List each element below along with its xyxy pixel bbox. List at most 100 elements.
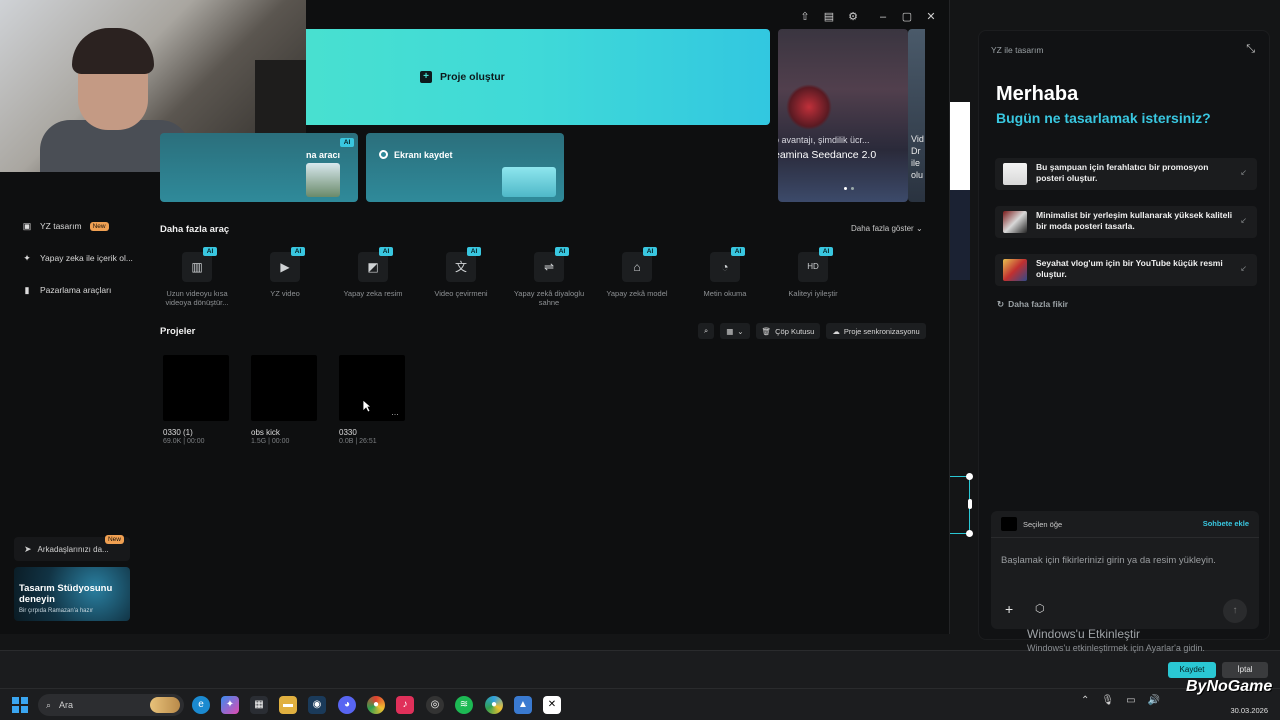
add-to-chat-button[interactable]: Sohbete ekle: [1203, 519, 1249, 528]
cube-icon[interactable]: ⬡: [1035, 602, 1045, 615]
feedback-icon[interactable]: ▤: [822, 10, 836, 24]
capcut-icon[interactable]: ✕: [543, 696, 561, 714]
settings-icon[interactable]: ⚙: [846, 10, 860, 24]
resize-handle[interactable]: [966, 473, 973, 480]
tools-title: Daha fazla araç: [160, 224, 230, 235]
resize-handle[interactable]: [966, 530, 973, 537]
card-thumbnail: [502, 167, 556, 197]
display-icon[interactable]: ▭: [1126, 695, 1135, 706]
prompt-input[interactable]: Başlamak için fikirlerinizi girin ya da …: [1001, 555, 1216, 566]
discord-icon[interactable]: ◕: [338, 696, 356, 714]
sidebar-item-ai-content[interactable]: ✦ Yapay zeka ile içerik ol...: [22, 253, 133, 263]
video-plus-icon: ▶: [270, 252, 300, 282]
project-card[interactable]: obs kick 1.5G | 00:00: [251, 355, 321, 445]
ai-tag: AI: [340, 138, 354, 147]
trash-button[interactable]: 🗑 Çöp Kutusu: [755, 323, 821, 339]
tool-ai-image[interactable]: ◩ AI Yapay zeka resim: [333, 247, 413, 298]
send-icon[interactable]: ↑: [1223, 599, 1247, 623]
tool-text-to-speech[interactable]: ◔ AI Metin okuma: [685, 247, 765, 298]
suggestion-item[interactable]: Bu şampuan için ferahlatıcı bir promosyo…: [995, 158, 1257, 190]
create-project-banner[interactable]: [306, 29, 770, 125]
chevron-down-icon: ⌄: [737, 326, 744, 336]
screen-record-card[interactable]: Ekranı kaydet: [366, 133, 564, 202]
image-plus-icon: ◩: [358, 252, 388, 282]
project-card[interactable]: 0330 (1) 69.0K | 00:00: [163, 355, 233, 445]
invite-friends-button[interactable]: ➤ Arkadaşlarınızı da... New: [14, 535, 130, 561]
steam-icon[interactable]: ◉: [308, 696, 326, 714]
tool-long-to-short[interactable]: ▥ AI Uzun videoyu kısa videoya dönüştür.…: [157, 247, 237, 307]
minimize-icon[interactable]: –: [876, 10, 890, 24]
studio-promo-card[interactable]: Tasarım Stüdyosunu deneyin Bir çırpıda R…: [14, 567, 130, 621]
add-attachment-icon[interactable]: +: [1005, 601, 1013, 617]
copilot-icon[interactable]: ✦: [221, 696, 239, 714]
carousel-next-text: Dr: [911, 146, 921, 156]
project-sync-button[interactable]: ☁ Proje senkronizasyonu: [826, 323, 926, 339]
projects-title: Projeler: [160, 326, 196, 337]
promo-carousel[interactable]: o avantajı, şimdilik ücr... eamina Seeda…: [778, 29, 908, 202]
chrome-icon[interactable]: ●: [367, 696, 385, 714]
spotify-icon[interactable]: ≋: [455, 696, 473, 714]
collapse-icon[interactable]: ⤡: [1246, 43, 1255, 56]
microphone-icon[interactable]: 🎙: [1101, 695, 1114, 706]
tool-label: Video çevirmeni: [434, 289, 488, 298]
tool-ai-video[interactable]: ▶ AI YZ video: [245, 247, 325, 298]
projects-toolbar: ⌕ ▦ ⌄ 🗑 Çöp Kutusu ☁ Proje senkronizasyonu: [698, 323, 926, 339]
upload-icon[interactable]: ⇧: [798, 10, 812, 24]
tool-label: YZ video: [270, 289, 300, 298]
promo-carousel-next[interactable]: Vid Dr ile olu: [908, 29, 925, 202]
folder-icon[interactable]: ▬: [279, 696, 297, 714]
maximize-icon[interactable]: ▢: [900, 10, 914, 24]
cancel-button[interactable]: İptal: [1222, 662, 1268, 678]
close-icon[interactable]: ✕: [924, 10, 938, 24]
ai-tag: AI: [643, 247, 657, 256]
create-project-label: Proje oluştur: [440, 71, 505, 83]
store-icon[interactable]: ▦: [250, 696, 268, 714]
carousel-dots[interactable]: [844, 187, 854, 190]
obs-icon[interactable]: ◎: [426, 696, 444, 714]
suggestion-thumbnail: [1003, 259, 1027, 281]
suggestion-thumbnail: [1003, 211, 1027, 233]
selected-item-label: Seçilen öğe: [1023, 519, 1063, 529]
project-name: 0330: [339, 428, 357, 437]
project-card[interactable]: … 0330 0.0B | 26:51: [339, 355, 409, 445]
save-button[interactable]: Kaydet: [1168, 662, 1216, 678]
sidebar-item-ai-design[interactable]: ▣ YZ tasarım New: [22, 221, 109, 231]
activation-subtitle: Windows'u etkinleştirmek için Ayarlar'a …: [1027, 643, 1205, 653]
ai-tag: AI: [379, 247, 393, 256]
tool-ai-model[interactable]: ⌂ AI Yapay zekâ model: [597, 247, 677, 298]
tiktok-icon[interactable]: ♪: [396, 696, 414, 714]
taskbar-clock[interactable]: 30.03.2026: [1230, 693, 1268, 716]
ai-tag: AI: [291, 247, 305, 256]
tool-enhance-quality[interactable]: HD AI Kaliteyi iyileştir: [773, 247, 853, 298]
edge-icon[interactable]: e: [192, 696, 210, 714]
arrow-icon: ↙: [1240, 216, 1247, 225]
more-icon[interactable]: …: [391, 408, 399, 417]
chrome-alt-icon[interactable]: ●: [485, 696, 503, 714]
tool-label: Kaliteyi iyileştir: [788, 289, 838, 298]
show-more-link[interactable]: Daha fazla göster ⌄: [851, 224, 923, 233]
ai-tag: AI: [819, 247, 833, 256]
sidebar-item-marketing[interactable]: ▮ Pazarlama araçları: [22, 285, 112, 295]
tool-video-translator[interactable]: 文 AI Video çevirmeni: [421, 247, 501, 298]
windows-start-icon[interactable]: [12, 697, 28, 713]
ai-tool-card[interactable]: AI na aracı: [160, 133, 358, 202]
more-ideas-button[interactable]: ↻ Daha fazla fikir: [997, 299, 1068, 310]
volume-icon[interactable]: 🔊: [1148, 695, 1160, 706]
photos-icon[interactable]: ▲: [514, 696, 532, 714]
create-project-button[interactable]: + Proje oluştur: [420, 71, 505, 83]
search-button[interactable]: ⌕: [698, 323, 715, 339]
prompt-input-box[interactable]: Seçilen öğe Sohbete ekle Başlamak için f…: [991, 511, 1259, 629]
motorcycle-image: [786, 84, 832, 130]
card-thumbnail: [306, 163, 340, 197]
tool-ai-dialog-scene[interactable]: ⇌ AI Yapay zekâ diyaloglu sahne: [509, 247, 589, 307]
new-badge: New: [89, 221, 109, 231]
grid-icon: ▦: [726, 326, 734, 336]
suggestion-item[interactable]: Minimalist bir yerleşim kullanarak yükse…: [995, 206, 1257, 238]
view-toggle-button[interactable]: ▦ ⌄: [720, 323, 750, 339]
suggestion-item[interactable]: Seyahat vlog'um için bir YouTube küçük r…: [995, 254, 1257, 286]
side-handle[interactable]: [968, 499, 972, 509]
ai-design-panel: YZ ile tasarım ⤡ Merhaba Bugün ne tasarl…: [978, 30, 1270, 640]
taskbar-search[interactable]: ⌕ Ara: [38, 694, 184, 716]
search-highlight-image: [150, 697, 180, 713]
chevron-up-icon[interactable]: ⌃: [1081, 695, 1089, 706]
